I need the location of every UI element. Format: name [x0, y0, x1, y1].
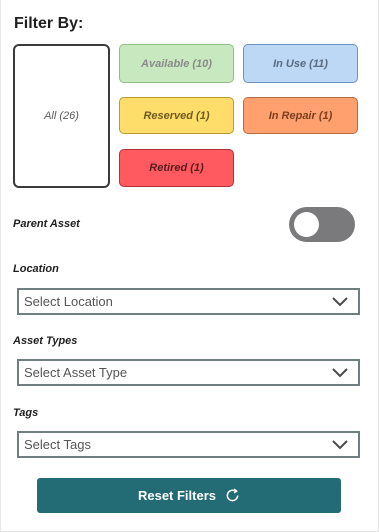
parent-asset-label: Parent Asset: [13, 218, 80, 230]
asset-type-select[interactable]: Select Asset Type: [17, 359, 360, 386]
status-reserved-button[interactable]: Reserved (1): [119, 97, 234, 134]
status-in-use-button[interactable]: In Use (11): [243, 44, 358, 83]
location-label: Location: [13, 263, 59, 275]
tags-select-placeholder: Select Tags: [24, 437, 91, 452]
refresh-icon: [225, 488, 240, 503]
status-retired-button[interactable]: Retired (1): [119, 149, 234, 187]
status-all-button[interactable]: All (26): [13, 44, 110, 188]
chevron-down-icon: [332, 367, 348, 378]
tags-select[interactable]: Select Tags: [17, 431, 360, 458]
parent-asset-toggle[interactable]: [289, 207, 355, 242]
filter-title: Filter By:: [14, 15, 84, 32]
tags-label: Tags: [13, 407, 39, 419]
chevron-down-icon: [332, 296, 348, 307]
reset-filters-label: Reset Filters: [137, 488, 217, 503]
status-available-button[interactable]: Available (10): [119, 44, 234, 83]
toggle-knob: [294, 212, 319, 237]
status-in-repair-button[interactable]: In Repair (1): [243, 97, 358, 134]
filter-panel: Filter By: All (26) Available (10) In Us…: [0, 0, 379, 532]
chevron-down-icon: [332, 439, 348, 450]
reset-filters-button[interactable]: Reset Filters: [37, 478, 341, 513]
location-select[interactable]: Select Location: [17, 288, 360, 315]
location-select-placeholder: Select Location: [24, 294, 113, 309]
asset-types-label: Asset Types: [13, 335, 78, 347]
asset-type-select-placeholder: Select Asset Type: [24, 365, 128, 380]
